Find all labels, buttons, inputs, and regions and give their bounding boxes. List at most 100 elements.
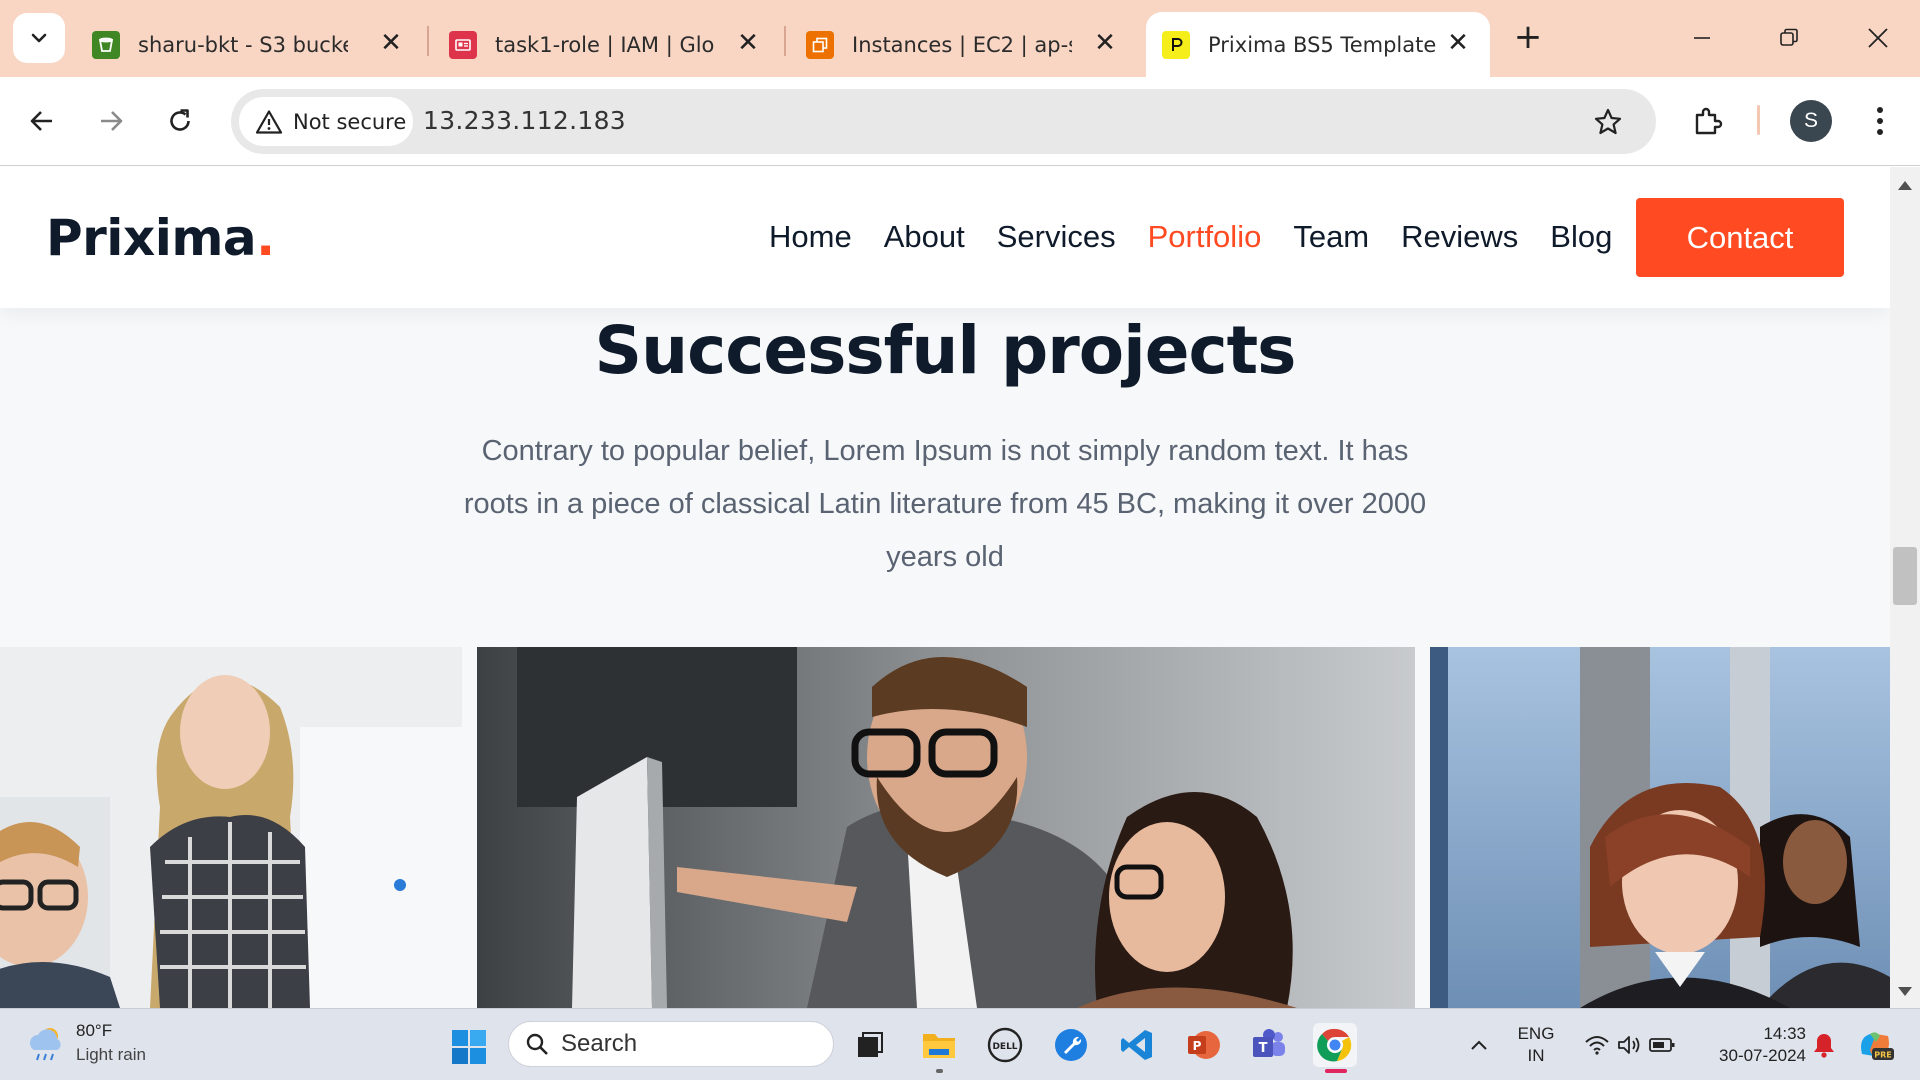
dell-logo-icon: DELL (987, 1027, 1023, 1063)
clock[interactable]: 14:33 30-07-2024 (1696, 1009, 1806, 1080)
tab-separator (427, 26, 429, 56)
site-logo[interactable]: Prixima. (46, 209, 275, 267)
close-icon (1868, 28, 1888, 48)
start-button[interactable] (451, 1029, 487, 1065)
logo-dot: . (256, 209, 275, 267)
colleagues-at-computer-photo[interactable] (477, 647, 1415, 1008)
chevron-up-icon (1471, 1040, 1487, 1050)
url-text[interactable]: 13.233.112.183 (423, 106, 626, 135)
browser-menu-button[interactable] (1858, 99, 1902, 143)
taskbar-vscode[interactable] (1115, 1023, 1159, 1067)
back-button[interactable] (20, 99, 64, 143)
tab-s3-bucket[interactable]: sharu-bkt - S3 bucket | S3 | Global ✕ (92, 12, 427, 77)
close-tab-icon[interactable]: ✕ (732, 28, 764, 60)
tab-title: Prixima BS5 Template (1208, 32, 1437, 57)
security-label: Not secure (293, 109, 407, 134)
section-description: Contrary to popular belief, Lorem Ipsum … (463, 435, 1427, 573)
taskbar-support-assist[interactable] (1049, 1023, 1093, 1067)
vscode-icon (1121, 1030, 1152, 1060)
more-vertical-icon (1877, 107, 1883, 135)
portfolio-image (0, 647, 462, 1008)
main-nav: Home About Services Portfolio Team Revie… (769, 219, 1612, 255)
tab-search-button[interactable] (13, 13, 65, 63)
page-viewport: Prixima. Home About Services Portfolio T… (0, 167, 1890, 1008)
profile-avatar[interactable]: S (1790, 100, 1832, 142)
nav-reviews[interactable]: Reviews (1401, 219, 1518, 255)
arrow-left-icon (30, 111, 52, 131)
nav-team[interactable]: Team (1293, 219, 1369, 255)
input-language[interactable]: ENG IN (1508, 1009, 1564, 1080)
notifications-button[interactable] (1806, 1009, 1842, 1080)
task-view-icon (858, 1032, 883, 1057)
extensions-button[interactable] (1686, 99, 1730, 143)
office-team-photo[interactable] (0, 647, 462, 1008)
prixima-favicon (1162, 30, 1190, 59)
scroll-thumb[interactable] (1893, 547, 1917, 605)
nav-portfolio[interactable]: Portfolio (1148, 219, 1262, 255)
svg-text:DELL: DELL (992, 1042, 1017, 1052)
taskbar-dell[interactable]: DELL (983, 1023, 1027, 1067)
forward-button[interactable] (89, 99, 133, 143)
search-icon (526, 1033, 548, 1055)
close-window-button[interactable] (1858, 18, 1898, 58)
show-hidden-icons-button[interactable] (1466, 1009, 1492, 1080)
running-indicator (936, 1069, 943, 1073)
svg-text:T: T (1259, 1041, 1268, 1056)
businesswomen-office-photo[interactable] (1430, 647, 1890, 1008)
restore-button[interactable] (1769, 18, 1809, 58)
tab-prixima-active[interactable]: Prixima BS5 Template ✕ (1146, 12, 1490, 77)
contact-button[interactable]: Contact (1636, 198, 1844, 277)
svg-text:PRE: PRE (1874, 1051, 1892, 1060)
tab-iam-role[interactable]: task1-role | IAM | Global ✕ (449, 12, 784, 77)
clock-time: 14:33 (1763, 1024, 1806, 1043)
volume-icon (1618, 1036, 1640, 1054)
bell-icon (1814, 1034, 1834, 1058)
taskbar-teams[interactable]: T (1247, 1023, 1291, 1067)
nav-home[interactable]: Home (769, 219, 852, 255)
taskbar-task-view[interactable] (848, 1023, 892, 1067)
clock-date: 30-07-2024 (1719, 1046, 1806, 1065)
star-icon (1594, 108, 1622, 135)
taskbar-file-explorer[interactable] (917, 1023, 961, 1073)
close-tab-icon[interactable]: ✕ (375, 28, 407, 60)
folder-icon (923, 1034, 955, 1058)
weather-condition: Light rain (76, 1045, 146, 1064)
bookmark-button[interactable] (1590, 104, 1626, 140)
system-status-buttons[interactable] (1578, 1009, 1682, 1080)
close-tab-icon[interactable]: ✕ (1089, 28, 1121, 60)
page-scrollbar[interactable] (1890, 167, 1920, 1008)
windows-logo-icon (452, 1030, 486, 1064)
search-placeholder: Search (561, 1030, 638, 1057)
nav-blog[interactable]: Blog (1550, 219, 1612, 255)
close-tab-icon[interactable]: ✕ (1442, 28, 1474, 60)
site-security-chip[interactable]: Not secure (239, 97, 413, 146)
active-indicator (1325, 1069, 1347, 1073)
nav-about[interactable]: About (884, 219, 965, 255)
nav-services[interactable]: Services (997, 219, 1116, 255)
scroll-up-arrow[interactable] (1898, 181, 1912, 190)
taskbar-chrome[interactable] (1313, 1023, 1357, 1073)
reload-icon (170, 109, 190, 131)
iam-icon (449, 30, 477, 59)
s3-bucket-icon (92, 30, 120, 59)
arrow-right-icon (101, 111, 123, 131)
warning-icon (255, 109, 283, 134)
reload-button[interactable] (158, 99, 202, 143)
new-tab-button[interactable]: + (1510, 20, 1546, 56)
address-bar[interactable]: Not secure 13.233.112.183 (231, 89, 1656, 154)
tab-title: task1-role | IAM | Global (495, 32, 715, 57)
copilot-button[interactable]: PRE (1852, 1009, 1898, 1080)
toolbar-divider (1757, 105, 1760, 135)
wifi-icon (1585, 1036, 1609, 1055)
scroll-down-arrow[interactable] (1898, 987, 1912, 996)
tab-separator (784, 26, 786, 56)
portfolio-image (1430, 647, 1890, 1008)
battery-icon (1649, 1038, 1675, 1052)
minimize-button[interactable] (1682, 18, 1722, 58)
taskbar-powerpoint[interactable]: P (1181, 1023, 1225, 1067)
taskbar-search[interactable]: Search (508, 1021, 834, 1067)
tab-ec2-instances[interactable]: Instances | EC2 | ap-south-1 ✕ (806, 12, 1141, 77)
browser-tab-strip: sharu-bkt - S3 bucket | S3 | Global ✕ ta… (0, 0, 1920, 77)
windows-taskbar: 80°F Light rain Search DELL P T ENG IN 1… (0, 1008, 1920, 1080)
weather-widget[interactable]: 80°F Light rain (26, 1021, 146, 1065)
